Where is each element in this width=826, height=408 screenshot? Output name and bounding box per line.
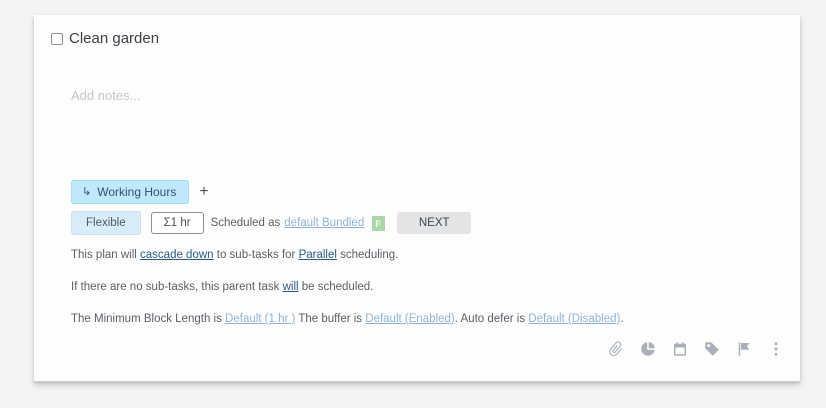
scheduled-as-label: Scheduled as — [210, 217, 281, 229]
scheduled-as-link[interactable]: default Bundled — [284, 217, 364, 229]
parallel-link[interactable]: Parallel — [299, 249, 337, 261]
parent-text-1: If there are no sub-tasks, this parent t… — [71, 281, 283, 293]
more-vertical-icon[interactable] — [767, 340, 785, 358]
block-text-1: The Minimum Block Length is — [71, 313, 226, 325]
task-toolbar — [607, 340, 799, 358]
will-link[interactable]: will — [283, 281, 299, 293]
calendar-icon[interactable] — [671, 340, 689, 358]
task-title[interactable]: Clean garden — [69, 30, 159, 47]
flag-icon[interactable] — [735, 340, 753, 358]
cascade-info: This plan will cascade down to sub-tasks… — [71, 249, 398, 261]
schedule-row: Flexible Σ1 hr Scheduled as default Bund… — [71, 211, 472, 235]
task-title-row: Clean garden — [51, 30, 159, 47]
next-button[interactable]: NEXT — [397, 212, 472, 234]
duration-field[interactable]: Σ1 hr — [150, 212, 204, 234]
working-hours-tag[interactable]: ↳ Working Hours — [71, 180, 190, 204]
tag-row: ↳ Working Hours + — [71, 180, 209, 204]
cascade-text-2: to sub-tasks for — [213, 249, 299, 261]
cascade-down-link[interactable]: cascade down — [140, 249, 214, 261]
buffer-link[interactable]: Default (Enabled) — [365, 313, 455, 325]
block-text-2: The buffer is — [295, 313, 366, 325]
add-tag-button[interactable]: + — [199, 184, 208, 200]
task-complete-checkbox[interactable] — [51, 32, 63, 45]
flexible-calendar-icon[interactable] — [372, 215, 386, 231]
block-text-3: . Auto defer is — [454, 313, 529, 325]
tag-icon[interactable] — [703, 340, 721, 358]
tag-label: Working Hours — [97, 185, 177, 199]
cascade-text-3: scheduling. — [336, 249, 399, 261]
parent-task-info: If there are no sub-tasks, this parent t… — [71, 281, 373, 293]
block-text-4: . — [620, 313, 624, 325]
parent-text-2: be scheduled. — [298, 281, 374, 293]
cascade-text-1: This plan will — [71, 249, 141, 261]
pie-chart-icon[interactable] — [639, 340, 657, 358]
task-card: Clean garden Add notes... ↳ Working Hour… — [34, 15, 800, 382]
block-length-info: The Minimum Block Length is Default (1 h… — [71, 313, 624, 325]
paperclip-icon[interactable] — [607, 340, 625, 358]
min-block-length-link[interactable]: Default (1 hr ) — [225, 313, 295, 325]
flexible-button[interactable]: Flexible — [71, 211, 141, 235]
notes-input[interactable]: Add notes... — [71, 88, 140, 103]
auto-defer-link[interactable]: Default (Disabled) — [528, 313, 620, 325]
subdirectory-arrow-icon: ↳ — [82, 186, 92, 198]
